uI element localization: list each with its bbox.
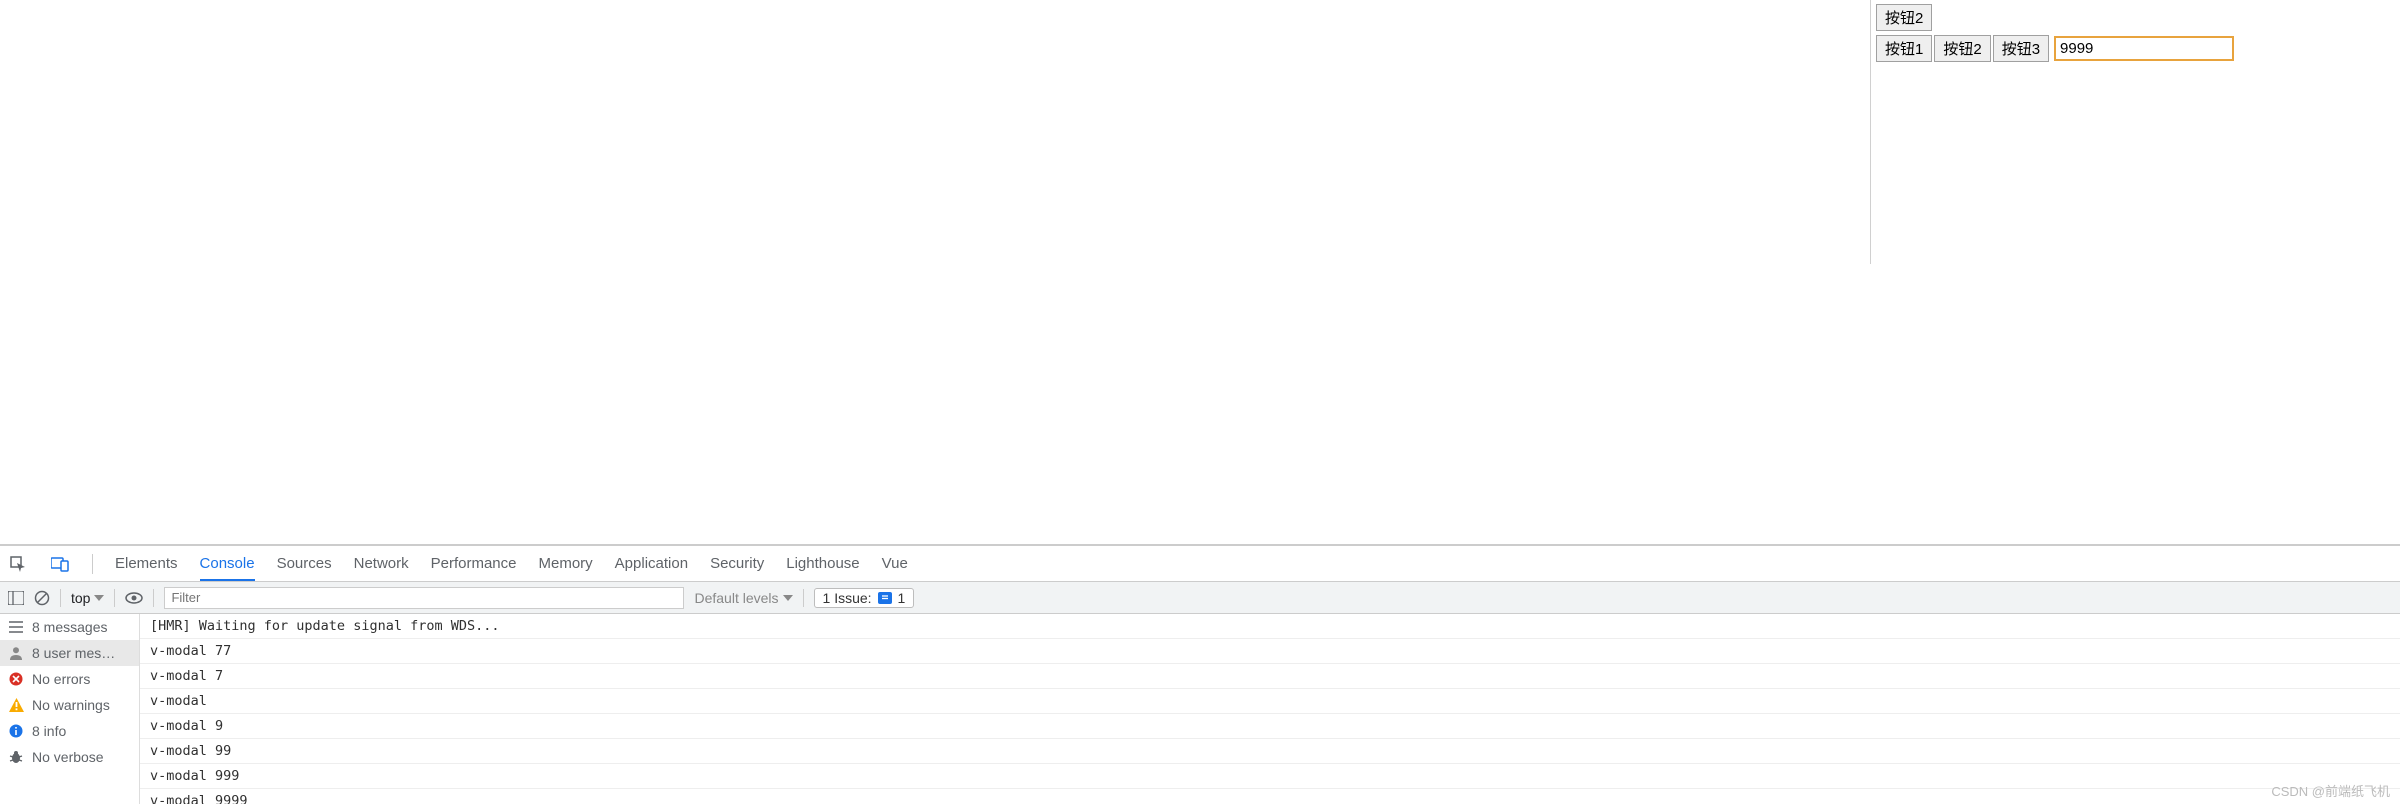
issues-count: 1 bbox=[898, 590, 906, 606]
sidebar-item-messages[interactable]: 8 messages bbox=[0, 614, 139, 640]
console-line: v-modal 77 bbox=[140, 639, 2400, 664]
button-3[interactable]: 按钮3 bbox=[1993, 35, 2049, 62]
error-icon bbox=[8, 671, 24, 687]
tab-elements[interactable]: Elements bbox=[115, 555, 178, 572]
console-line: v-modal bbox=[140, 689, 2400, 714]
issues-label: 1 Issue: bbox=[823, 590, 872, 606]
devtools-tabbar: Elements Console Sources Network Perform… bbox=[0, 546, 2400, 582]
live-expression-icon[interactable] bbox=[125, 592, 143, 604]
chevron-down-icon bbox=[94, 595, 104, 601]
sidebar-item-label: 8 user mes… bbox=[32, 645, 115, 661]
list-icon bbox=[8, 619, 24, 635]
tab-vue[interactable]: Vue bbox=[882, 555, 908, 572]
issues-chip[interactable]: 1 Issue: 1 bbox=[814, 588, 915, 608]
chevron-down-icon bbox=[783, 595, 793, 601]
sidebar-item-warnings[interactable]: No warnings bbox=[0, 692, 139, 718]
context-label: top bbox=[71, 590, 90, 606]
sidebar-item-label: No warnings bbox=[32, 697, 110, 713]
sidebar-item-label: 8 info bbox=[32, 723, 66, 739]
sidebar-item-errors[interactable]: No errors bbox=[0, 666, 139, 692]
console-sidebar: 8 messages 8 user mes… No errors No warn… bbox=[0, 614, 140, 804]
tab-network[interactable]: Network bbox=[354, 555, 409, 572]
button-1[interactable]: 按钮1 bbox=[1876, 35, 1932, 62]
rendered-page: 按钮2 按钮1 按钮2 按钮3 bbox=[0, 0, 2400, 545]
devtools: Elements Console Sources Network Perform… bbox=[0, 545, 2400, 804]
console-line: v-modal 9999 bbox=[140, 789, 2400, 804]
device-toggle-icon[interactable] bbox=[50, 554, 70, 574]
sidebar-item-info[interactable]: 8 info bbox=[0, 718, 139, 744]
console-line: v-modal 9 bbox=[140, 714, 2400, 739]
filter-input[interactable] bbox=[164, 587, 684, 609]
console-line: [HMR] Waiting for update signal from WDS… bbox=[140, 614, 2400, 639]
info-icon bbox=[8, 723, 24, 739]
warn-icon bbox=[8, 697, 24, 713]
tab-console[interactable]: Console bbox=[200, 555, 255, 580]
tab-memory[interactable]: Memory bbox=[539, 555, 593, 572]
clear-console-icon[interactable] bbox=[34, 590, 50, 606]
divider bbox=[92, 554, 93, 574]
console-output[interactable]: [HMR] Waiting for update signal from WDS… bbox=[140, 614, 2400, 804]
sidebar-item-verbose[interactable]: No verbose bbox=[0, 744, 139, 770]
button-top[interactable]: 按钮2 bbox=[1876, 4, 1932, 31]
text-input[interactable] bbox=[2054, 36, 2234, 61]
tab-lighthouse[interactable]: Lighthouse bbox=[786, 555, 859, 572]
sidebar-item-user-messages[interactable]: 8 user mes… bbox=[0, 640, 139, 666]
user-icon bbox=[8, 645, 24, 661]
sidebar-toggle-icon[interactable] bbox=[8, 591, 24, 605]
console-line: v-modal 7 bbox=[140, 664, 2400, 689]
console-line: v-modal 99 bbox=[140, 739, 2400, 764]
demo-panel: 按钮2 按钮1 按钮2 按钮3 bbox=[1870, 0, 2320, 264]
tab-performance[interactable]: Performance bbox=[431, 555, 517, 572]
sidebar-item-label: 8 messages bbox=[32, 619, 107, 635]
issue-badge-icon bbox=[878, 592, 892, 604]
tab-security[interactable]: Security bbox=[710, 555, 764, 572]
log-levels-selector[interactable]: Default levels bbox=[694, 590, 792, 606]
context-selector[interactable]: top bbox=[71, 590, 104, 606]
sidebar-item-label: No verbose bbox=[32, 749, 104, 765]
bug-icon bbox=[8, 749, 24, 765]
sidebar-item-label: No errors bbox=[32, 671, 90, 687]
inspect-icon[interactable] bbox=[8, 554, 28, 574]
tab-sources[interactable]: Sources bbox=[277, 555, 332, 572]
levels-label: Default levels bbox=[694, 590, 778, 606]
button-2[interactable]: 按钮2 bbox=[1934, 35, 1990, 62]
tab-application[interactable]: Application bbox=[615, 555, 688, 572]
console-toolbar: top Default levels 1 Issue: 1 bbox=[0, 582, 2400, 614]
console-line: v-modal 999 bbox=[140, 764, 2400, 789]
